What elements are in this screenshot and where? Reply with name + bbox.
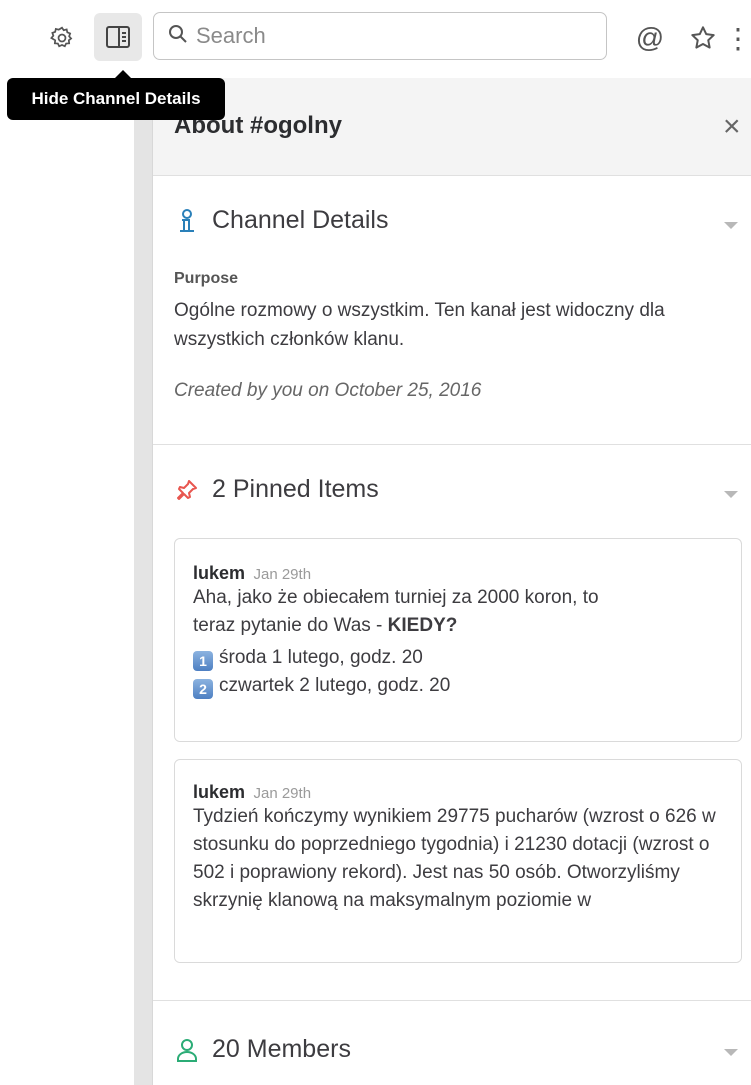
pinned-message-card[interactable]: lukem Jan 29th Aha, jako że obiecałem tu… [174,538,742,742]
message-date[interactable]: Jan 29th [253,566,311,583]
purpose-text: Ogólne rozmowy o wszystkim. Ten kanał je… [174,300,665,350]
message-date[interactable]: Jan 29th [253,785,311,802]
number-1-emoji-icon: 1 [193,651,213,671]
message-author[interactable]: lukem [193,563,245,583]
poll-option: 2 czwartek 2 lutego, godz. 20 [193,672,723,700]
message-line: teraz pytanie do Was - KIEDY? [193,615,458,636]
fade-overlay [175,707,741,741]
message-body: Aha, jako że obiecałem turniej za 2000 k… [193,584,723,700]
members-section: 20 Members [153,1001,751,1085]
fade-overlay [175,928,741,962]
chevron-down-icon[interactable] [724,491,738,498]
chevron-down-icon[interactable] [724,222,738,229]
tooltip: Hide Channel Details [7,70,225,120]
person-icon [174,1036,200,1064]
pinned-items-header[interactable]: 2 Pinned Items [174,475,379,504]
message-author[interactable]: lukem [193,782,245,802]
message-area [0,78,134,1085]
pinned-items-heading: 2 Pinned Items [212,475,379,503]
star-icon[interactable] [683,18,723,58]
number-2-emoji-icon: 2 [193,679,213,699]
panel-header: About #ogolny × [153,78,751,176]
channel-details-heading: Channel Details [212,206,389,234]
info-person-icon [174,207,200,235]
search-input[interactable] [194,22,578,50]
search-box[interactable] [153,12,607,60]
bold-text: KIEDY? [387,615,458,636]
pinned-message-card[interactable]: lukem Jan 29th Tydzień kończymy wynikiem… [174,759,742,963]
message-body: Tydzień kończymy wynikiem 29775 pucharów… [193,806,716,911]
top-toolbar: @ ⋮ [0,0,751,78]
pinned-items-section: 2 Pinned Items lukem Jan 29th Aha, jako … [153,445,751,1001]
search-icon [168,24,188,49]
members-heading: 20 Members [212,1035,351,1063]
gear-icon[interactable] [44,20,80,56]
channel-details-toggle-icon[interactable] [94,13,142,61]
chevron-down-icon[interactable] [724,1049,738,1056]
created-info: Created by you on October 25, 2016 [174,380,482,401]
scrollbar-track[interactable] [134,78,152,1085]
purpose-label: Purpose [174,270,239,287]
poll-option: 1 środa 1 lutego, godz. 20 [193,644,723,672]
message-line: Aha, jako że obiecałem turniej za 2000 k… [193,587,599,608]
more-options-icon[interactable]: ⋮ [724,18,751,58]
close-icon[interactable]: × [723,112,741,142]
channel-details-panel: About #ogolny × Channel Details Purpose … [152,78,751,1085]
channel-details-header[interactable]: Channel Details [174,206,389,235]
members-header[interactable]: 20 Members [174,1035,351,1064]
pin-icon [174,476,200,504]
mentions-icon[interactable]: @ [630,18,670,58]
